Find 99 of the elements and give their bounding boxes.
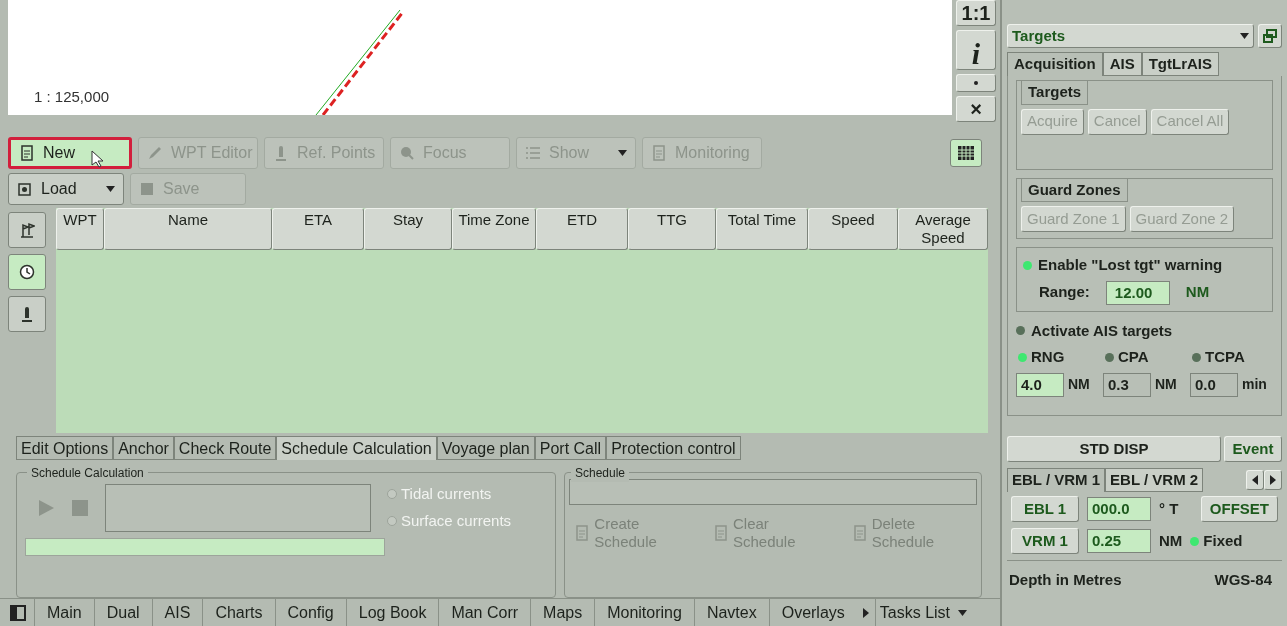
unit-text: NM: [1185, 282, 1210, 303]
taskbar-tab[interactable]: Main: [34, 599, 94, 626]
ebl-button[interactable]: EBL 1: [1011, 496, 1079, 522]
map-tool-button[interactable]: ×: [956, 96, 996, 122]
magnifier-icon: [399, 144, 415, 161]
windows-icon: [1263, 29, 1277, 43]
window-button[interactable]: [1258, 24, 1282, 48]
criterion-field[interactable]: 0.0: [1190, 372, 1238, 397]
column-header[interactable]: ETA: [272, 207, 364, 250]
cursor-icon: [91, 149, 103, 168]
range-field[interactable]: 12.00: [1105, 280, 1170, 305]
column-header[interactable]: Name: [104, 207, 272, 250]
taskbar-tab[interactable]: Charts: [202, 599, 275, 626]
criterion-field[interactable]: 4.0: [1016, 372, 1064, 397]
scroll-right-button[interactable]: [1264, 470, 1282, 490]
column-header[interactable]: Average Speed: [898, 207, 988, 250]
column-header[interactable]: WPT: [56, 207, 104, 250]
tab[interactable]: Schedule Calculation: [276, 436, 437, 461]
taskbar-tab[interactable]: AIS: [151, 599, 203, 626]
event-button[interactable]: Event: [1224, 436, 1282, 462]
tab[interactable]: Anchor: [113, 436, 174, 461]
tab[interactable]: Acquisition: [1007, 52, 1103, 76]
group-title: Guard Zones: [1021, 177, 1128, 202]
taskbar-tab[interactable]: Navtex: [693, 599, 769, 626]
dropdown-button[interactable]: Load: [8, 172, 124, 205]
map-tool-button[interactable]: 1:1: [956, 0, 996, 26]
column-header[interactable]: Total Time: [716, 207, 808, 250]
marker-icon: [273, 144, 289, 161]
side-tool-button[interactable]: [8, 253, 46, 290]
info-button[interactable]: i: [956, 30, 996, 70]
target-selector[interactable]: Targets: [1007, 24, 1254, 48]
panel-toggle-icon: [10, 604, 26, 621]
document-icon: [651, 144, 667, 161]
scroll-right-icon: [860, 606, 871, 619]
fixed-toggle[interactable]: Fixed: [1190, 529, 1243, 553]
tab[interactable]: AIS: [1102, 52, 1142, 76]
list-icon: [525, 144, 541, 161]
grid-button[interactable]: [950, 138, 982, 167]
tab[interactable]: EBL / VRM 1: [1007, 468, 1106, 492]
unit-text: NM: [1068, 375, 1090, 394]
taskbar-tab[interactable]: Config: [274, 599, 346, 626]
square-icon: [139, 180, 155, 197]
ais-toggle[interactable]: Activate AIS targets: [1016, 319, 1273, 342]
left-triangle-icon: [1252, 475, 1258, 485]
scale-text: 1 : 125,000: [34, 87, 110, 107]
tab[interactable]: Voyage plan: [436, 436, 535, 461]
datum-text: WGS-84: [1214, 570, 1273, 590]
taskbar-tab[interactable]: Maps: [530, 599, 595, 626]
tab[interactable]: Port Call: [534, 436, 607, 461]
document-icon: [19, 144, 35, 161]
flags-icon: [19, 221, 35, 238]
collapse-button[interactable]: [956, 74, 996, 92]
taskbar-tab[interactable]: Dual: [93, 599, 152, 626]
unit-text: NM: [1155, 375, 1177, 394]
column-header[interactable]: Time Zone: [452, 207, 536, 250]
lost-warning-toggle[interactable]: Enable "Lost tgt" warning: [1023, 254, 1266, 277]
side-tool-button[interactable]: [8, 295, 46, 332]
taskbar-tab[interactable]: Man Corr: [438, 599, 531, 626]
right-triangle-icon: [1270, 475, 1276, 485]
tab[interactable]: EBL / VRM 2: [1105, 468, 1204, 492]
play-icon: [37, 498, 55, 517]
tasks-list-dropdown[interactable]: Tasks List: [874, 599, 972, 626]
column-header[interactable]: TTG: [628, 207, 716, 250]
column-header[interactable]: Stay: [364, 207, 452, 250]
criterion-toggle[interactable]: TCPA: [1190, 346, 1273, 369]
marker-icon: [19, 305, 35, 322]
criterion-field[interactable]: 0.3: [1103, 372, 1151, 397]
side-tool-button[interactable]: [8, 211, 46, 248]
toolbar-button[interactable]: New: [8, 136, 132, 169]
unit-text: min: [1242, 375, 1267, 394]
depth-units-text: Depth in Metres: [1009, 570, 1122, 590]
tab[interactable]: TgtLrAIS: [1141, 52, 1219, 76]
taskbar-tab[interactable]: Monitoring: [594, 599, 694, 626]
column-header[interactable]: Speed: [808, 207, 898, 250]
scroll-left-button[interactable]: [1246, 470, 1264, 490]
stop-icon: [71, 498, 89, 517]
group-title: Targets: [1021, 80, 1089, 105]
unit-text: ° T: [1159, 498, 1179, 519]
tab[interactable]: Check Route: [173, 436, 277, 461]
clock-icon: [19, 263, 35, 280]
document-icon: [851, 525, 868, 542]
grid-icon: [958, 145, 974, 160]
document-icon: [713, 525, 729, 542]
tab[interactable]: Edit Options: [16, 436, 114, 461]
taskbar-tab[interactable]: Overlays: [768, 599, 857, 626]
pencil-icon: [147, 144, 163, 161]
ebl-field[interactable]: 000.0: [1087, 497, 1151, 521]
vrm-field[interactable]: 0.25: [1087, 529, 1151, 553]
criterion-toggle[interactable]: RNG: [1016, 346, 1099, 369]
criterion-toggle[interactable]: CPA: [1103, 346, 1186, 369]
range-label: Range:: [1039, 282, 1090, 303]
document-icon: [574, 525, 591, 542]
column-header[interactable]: ETD: [536, 207, 628, 250]
std-disp-button[interactable]: STD DISP: [1007, 436, 1221, 462]
taskbar-tab[interactable]: Log Book: [345, 599, 439, 626]
unit-text: NM: [1159, 530, 1183, 551]
offset-button[interactable]: OFFSET: [1200, 496, 1278, 522]
vrm-button[interactable]: VRM 1: [1011, 528, 1079, 554]
tab[interactable]: Protection control: [606, 436, 741, 461]
